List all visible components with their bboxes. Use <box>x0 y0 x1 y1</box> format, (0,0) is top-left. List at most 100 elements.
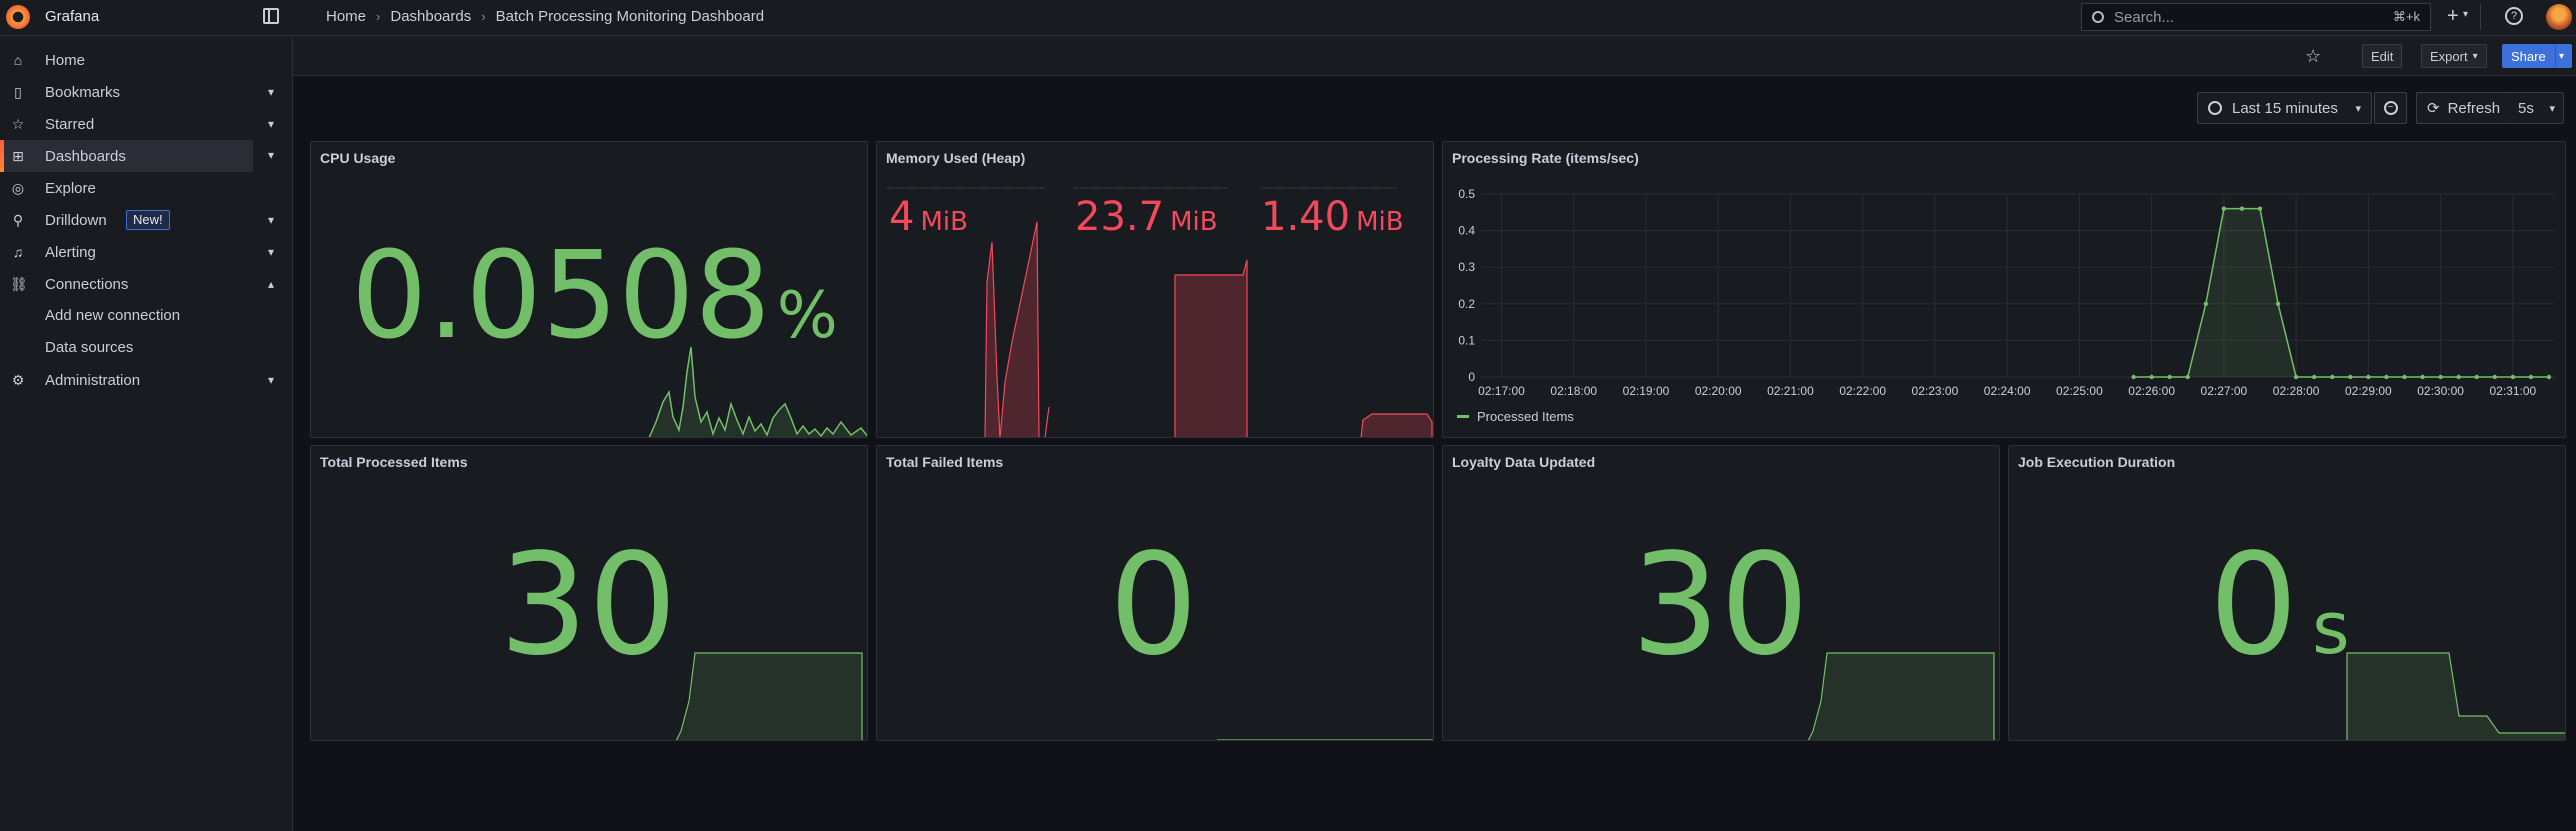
y-tick-label: 0.4 <box>1458 224 1475 238</box>
chevron-down-icon[interactable]: ▾ <box>268 245 274 259</box>
data-point <box>2348 374 2353 380</box>
export-button[interactable]: Export ▾ <box>2421 44 2487 68</box>
sidebar-item-home[interactable]: ⌂ Home <box>0 44 293 76</box>
chevron-up-icon[interactable]: ▴ <box>268 277 274 291</box>
star-icon: ☆ <box>11 116 25 132</box>
grafana-logo-icon[interactable] <box>6 5 30 29</box>
refresh-interval-picker[interactable]: 5s ▾ <box>2510 92 2564 124</box>
sidebar-item-connections[interactable]: ⛓ Connections ▴ <box>0 268 293 300</box>
export-label: Export <box>2430 48 2468 64</box>
chevron-down-icon[interactable]: ▾ <box>268 117 274 131</box>
data-point <box>2311 374 2317 380</box>
x-tick-label: 02:24:00 <box>1984 384 2031 398</box>
sidebar-item-drilldown[interactable]: ⚲ Drilldown New! ▾ <box>0 204 293 236</box>
chart-legend[interactable]: Processed Items <box>1457 409 1574 424</box>
sidebar-item-label: Explore <box>45 179 96 197</box>
sidebar-item-dashboards[interactable]: ⊞ Dashboards <box>0 140 253 172</box>
chevron-down-icon: ▾ <box>2355 102 2361 115</box>
search-placeholder: Search... <box>2114 8 2175 26</box>
chevron-down-icon[interactable]: ▾ <box>268 213 274 227</box>
stat-value-1: 4 MiB <box>889 194 968 240</box>
stat-value: 30 <box>1631 524 1810 687</box>
memory-value: 23.7 <box>1075 194 1165 240</box>
edit-button[interactable]: Edit <box>2362 44 2403 68</box>
time-range-picker[interactable]: Last 15 minutes ▾ <box>2197 92 2372 124</box>
data-point <box>2474 374 2479 380</box>
duration-unit: s <box>2312 586 2350 670</box>
home-icon: ⌂ <box>13 52 23 68</box>
chevron-down-icon[interactable]: ▾ <box>268 373 274 387</box>
data-point <box>2149 374 2154 380</box>
compass-icon: ◎ <box>11 180 25 196</box>
refresh-interval-label: 5s <box>2518 99 2534 117</box>
plus-icon[interactable]: + <box>2447 5 2459 28</box>
share-dropdown-chevron-icon[interactable]: ▾ <box>2555 44 2572 68</box>
x-tick-label: 02:19:00 <box>1623 384 1670 398</box>
data-point <box>2131 374 2136 380</box>
data-point <box>2275 301 2281 306</box>
panel-processing-rate[interactable]: Processing Rate (items/sec) 0 0.1 0.2 0.3 0.… <box>1442 141 2566 438</box>
data-point <box>2239 206 2245 211</box>
zoom-out-button[interactable]: − <box>2374 92 2407 124</box>
memory-value: 1.40 <box>1261 194 1351 240</box>
star-icon[interactable]: ☆ <box>2305 46 2321 67</box>
sidebar-item-label: Dashboards <box>45 147 126 165</box>
breadcrumb: Home › Dashboards › Batch Processing Mon… <box>326 8 764 25</box>
chevron-down-icon: ▾ <box>2549 102 2555 115</box>
breadcrumb-home[interactable]: Home <box>326 8 366 25</box>
sidebar-item-alerting[interactable]: ♫ Alerting ▾ <box>0 236 293 268</box>
panel-total-processed[interactable]: Total Processed Items 30 <box>310 445 868 741</box>
sidebar: ⌂ Home ▯ Bookmarks ▾ ☆ Starred ▾ ⊞ Dashb… <box>0 36 293 831</box>
sidebar-item-data-sources[interactable]: Data sources <box>45 339 133 356</box>
x-tick-label: 02:28:00 <box>2273 384 2320 398</box>
x-tick-label: 02:20:00 <box>1695 384 1742 398</box>
link-icon: ⛓ <box>10 276 28 292</box>
x-tick-label: 02:30:00 <box>2417 384 2464 398</box>
panel-cpu-usage[interactable]: CPU Usage 0.0508% <box>310 141 868 438</box>
memory-sparklines <box>887 187 1433 437</box>
y-tick-label: 0 <box>1468 370 1475 384</box>
bell-icon: ♫ <box>12 244 24 260</box>
avatar[interactable] <box>2546 4 2572 30</box>
new-badge: New! <box>126 210 170 230</box>
sidebar-item-label: Administration <box>45 371 141 389</box>
stat-value: 0.0508% <box>351 237 838 376</box>
search-input[interactable]: Search... ⌘+k <box>2081 3 2431 31</box>
panel-loyalty-data[interactable]: Loyalty Data Updated 30 <box>1442 445 2000 741</box>
sync-icon: ⟳ <box>2427 100 2440 117</box>
breadcrumb-dashboards[interactable]: Dashboards <box>390 8 471 25</box>
help-icon[interactable]: ? <box>2505 7 2523 25</box>
duration-value: 0 <box>2209 524 2299 687</box>
sidebar-item-explore[interactable]: ◎ Explore <box>0 172 293 204</box>
x-tick-label: 02:17:00 <box>1478 384 1525 398</box>
data-point <box>2492 374 2497 380</box>
share-button[interactable]: Share <box>2502 44 2555 68</box>
bookmark-icon: ▯ <box>14 84 22 100</box>
y-tick-label: 0.3 <box>1458 260 1475 274</box>
sidebar-item-label: Alerting <box>45 243 96 261</box>
dock-menu-icon[interactable] <box>263 8 279 24</box>
panel-memory-used[interactable]: Memory Used (Heap) 4 MiB 23.7 MiB 1.40 MiB <box>876 141 1434 438</box>
chevron-right-icon: › <box>481 9 486 24</box>
sidebar-item-add-new-connection[interactable]: Add new connection <box>45 307 180 324</box>
brand-name: Grafana <box>45 8 100 25</box>
data-point <box>2546 374 2552 380</box>
y-tick-label: 0.1 <box>1458 333 1475 347</box>
data-point <box>2221 206 2227 211</box>
chevron-down-icon[interactable]: ▾ <box>268 85 274 99</box>
x-tick-label: 02:27:00 <box>2201 384 2248 398</box>
sidebar-item-administration[interactable]: ⚙ Administration ▾ <box>0 364 293 396</box>
microscope-icon: ⚲ <box>12 212 24 228</box>
x-tick-label: 02:31:00 <box>2489 384 2536 398</box>
chevron-down-icon[interactable]: ▾ <box>2463 9 2468 20</box>
panel-total-failed[interactable]: Total Failed Items 0 <box>876 445 1434 741</box>
x-tick-label: 02:21:00 <box>1767 384 1814 398</box>
data-point <box>2510 374 2516 380</box>
data-point <box>2185 374 2190 380</box>
sidebar-item-starred[interactable]: ☆ Starred ▾ <box>0 108 293 140</box>
panel-job-duration[interactable]: Job Execution Duration 0s <box>2008 445 2566 741</box>
chevron-down-icon[interactable]: ▾ <box>268 148 274 162</box>
sidebar-item-bookmarks[interactable]: ▯ Bookmarks ▾ <box>0 76 293 108</box>
sidebar-item-label: Home <box>45 51 86 69</box>
cog-icon: ⚙ <box>11 372 25 388</box>
